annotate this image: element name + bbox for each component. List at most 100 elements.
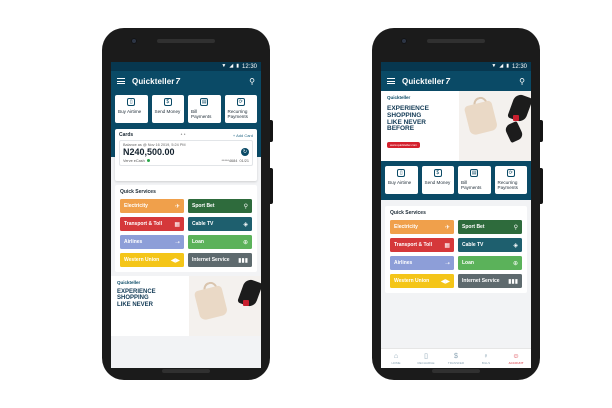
bottom-tab-bar: ⌂ Home ▯ Recharge $ Transfer ♀ Bills ☺ A… <box>381 348 531 368</box>
signal-icon: ◢ <box>499 63 504 69</box>
plane-icon: ➝ <box>174 239 180 246</box>
phone-icon: ▯ <box>127 98 136 106</box>
phone-icon: ▯ <box>397 169 406 177</box>
promo-headline: EXPERIENCE SHOPPING LIKE NEVER <box>117 289 156 308</box>
transfer-icon: ◀▶ <box>440 278 450 285</box>
app-logo: Quickteller7 <box>132 76 181 86</box>
runner-icon: ⚲ <box>243 203 248 210</box>
refresh-icon[interactable]: ↻ <box>241 148 249 156</box>
tab-recharge[interactable]: ▯ Recharge <box>411 349 441 368</box>
status-time: 12:30 <box>511 63 527 70</box>
bars-icon: ▮▮▮ <box>238 257 248 264</box>
promo-headline: EXPERIENCE SHOPPING LIKE NEVER BEFORE <box>387 105 429 133</box>
satellite-icon: ◈ <box>513 242 518 249</box>
bars-icon: ▮▮▮ <box>508 278 518 285</box>
search-icon[interactable]: ⚲ <box>519 77 525 86</box>
volume-button <box>540 120 543 142</box>
app-bar: Quickteller7 ⚲ <box>111 71 261 91</box>
quick-actions: ▯ Buy Airtime $ Send Money ▤ Bill Paymen… <box>381 161 531 200</box>
quick-services-title: Quick Services <box>390 210 426 216</box>
balance-card[interactable]: Balance as @ Nov 16 2019, 5:24 PM N240,5… <box>119 140 253 166</box>
wifi-icon: ▼ <box>221 63 227 69</box>
money-icon: $ <box>454 352 458 360</box>
service-transport-toll[interactable]: Transport & Toll ▦ <box>390 238 454 252</box>
bottom-speaker <box>162 369 210 373</box>
toll-icon: ▦ <box>174 221 180 228</box>
runner-icon: ⚲ <box>513 224 518 231</box>
money-icon: $ <box>163 98 172 106</box>
screen-home: ▼ ◢ ▮ 12:30 Quickteller7 ⚲ ▯ Buy Airtime… <box>111 62 261 368</box>
tab-account[interactable]: ☺ Account <box>501 349 531 368</box>
promo-cta[interactable]: www.quickteller.com <box>387 142 421 149</box>
promo-image <box>459 91 531 161</box>
service-sport-bet[interactable]: Sport Bet ⚲ <box>188 199 252 213</box>
service-internet[interactable]: Internet Service ▮▮▮ <box>458 274 522 288</box>
service-transport-toll[interactable]: Transport & Toll ▦ <box>120 217 184 231</box>
quick-actions: ▯ Buy Airtime $ Send Money ▤ Bill Paymen… <box>111 91 261 129</box>
card-name: Verve eCash <box>123 159 145 163</box>
quick-services: Quick Services Electricity ✈ Sport Bet ⚲ T… <box>115 185 257 272</box>
promo-banner[interactable]: Quickteller EXPERIENCE SHOPPING LIKE NEV… <box>111 276 261 336</box>
quick-services-title: Quick Services <box>120 189 156 195</box>
cards-panel: Cards • • + Add Card Balance as @ Nov 16… <box>115 129 257 181</box>
card-status-dot <box>146 159 150 162</box>
hamburger-menu-icon[interactable] <box>117 78 125 84</box>
service-internet[interactable]: Internet Service ▮▮▮ <box>188 253 252 267</box>
tab-transfer[interactable]: $ Transfer <box>441 349 471 368</box>
buy-airtime-button[interactable]: ▯ Buy Airtime <box>385 166 418 194</box>
service-electricity[interactable]: Electricity ✈ <box>120 199 184 213</box>
wifi-icon: ▼ <box>491 63 497 69</box>
signal-icon: ◢ <box>229 63 234 69</box>
service-western-union[interactable]: Western Union ◀▶ <box>120 253 184 267</box>
service-electricity[interactable]: Electricity ✈ <box>390 220 454 234</box>
battery-icon: ▮ <box>236 63 239 69</box>
hamburger-menu-icon[interactable] <box>387 78 395 84</box>
bill-icon: ▤ <box>470 169 479 177</box>
bulb-icon: ♀ <box>483 352 489 360</box>
send-money-button[interactable]: $ Send Money <box>421 166 454 194</box>
add-card-link[interactable]: + Add Card <box>233 133 253 138</box>
recurring-payments-button[interactable]: ⟳ Recurring Payments <box>494 166 527 194</box>
card-number: *****4684 <box>221 159 238 163</box>
bill-payments-button[interactable]: ▤ Bill Payments <box>188 95 221 123</box>
service-sport-bet[interactable]: Sport Bet ⚲ <box>458 220 522 234</box>
cards-title: Cards <box>119 132 134 138</box>
search-icon[interactable]: ⚲ <box>249 77 255 86</box>
quick-services-grid: Electricity ✈ Sport Bet ⚲ Transport & Toll… <box>120 199 252 267</box>
service-cable-tv[interactable]: Cable TV ◈ <box>188 217 252 231</box>
front-camera <box>131 38 137 44</box>
promo-image <box>189 276 261 336</box>
send-money-button[interactable]: $ Send Money <box>151 95 184 123</box>
service-loan[interactable]: Loan ⊕ <box>188 235 252 249</box>
tab-home[interactable]: ⌂ Home <box>381 349 411 368</box>
phone-left: ▼ ◢ ▮ 12:30 Quickteller7 ⚲ ▯ Buy Airtime… <box>102 28 273 380</box>
cards-section: Cards • • + Add Card Balance as @ Nov 16… <box>111 129 261 181</box>
volume-button <box>270 120 273 142</box>
app-logo: Quickteller7 <box>402 76 451 86</box>
promo-logo: Quickteller <box>387 95 411 100</box>
recurring-payments-button[interactable]: ⟳ Recurring Payments <box>224 95 257 123</box>
service-western-union[interactable]: Western Union ◀▶ <box>390 274 454 288</box>
status-time: 12:30 <box>241 63 257 70</box>
recurring-icon: ⟳ <box>236 98 245 106</box>
bill-payments-button[interactable]: ▤ Bill Payments <box>458 166 491 194</box>
cards-pager[interactable]: • • <box>181 132 186 138</box>
recurring-icon: ⟳ <box>506 169 515 177</box>
front-camera <box>401 38 407 44</box>
status-bar: ▼ ◢ ▮ 12:30 <box>111 62 261 71</box>
phone-right: ▼ ◢ ▮ 12:30 Quickteller7 ⚲ Quickteller E… <box>372 28 543 380</box>
service-airlines[interactable]: Airlines ➝ <box>390 256 454 270</box>
battery-icon: ▮ <box>506 63 509 69</box>
promo-banner[interactable]: Quickteller EXPERIENCE SHOPPING LIKE NEV… <box>381 91 531 161</box>
transfer-icon: ◀▶ <box>170 257 180 264</box>
service-loan[interactable]: Loan ⊕ <box>458 256 522 270</box>
buy-airtime-button[interactable]: ▯ Buy Airtime <box>115 95 148 123</box>
bottom-speaker <box>432 369 480 373</box>
tab-bills[interactable]: ♀ Bills <box>471 349 501 368</box>
service-cable-tv[interactable]: Cable TV ◈ <box>458 238 522 252</box>
app-bar: Quickteller7 ⚲ <box>381 71 531 91</box>
user-icon: ☺ <box>512 352 520 360</box>
screen-home-alt: ▼ ◢ ▮ 12:30 Quickteller7 ⚲ Quickteller E… <box>381 62 531 368</box>
service-airlines[interactable]: Airlines ➝ <box>120 235 184 249</box>
phone-icon: ▯ <box>424 352 428 360</box>
